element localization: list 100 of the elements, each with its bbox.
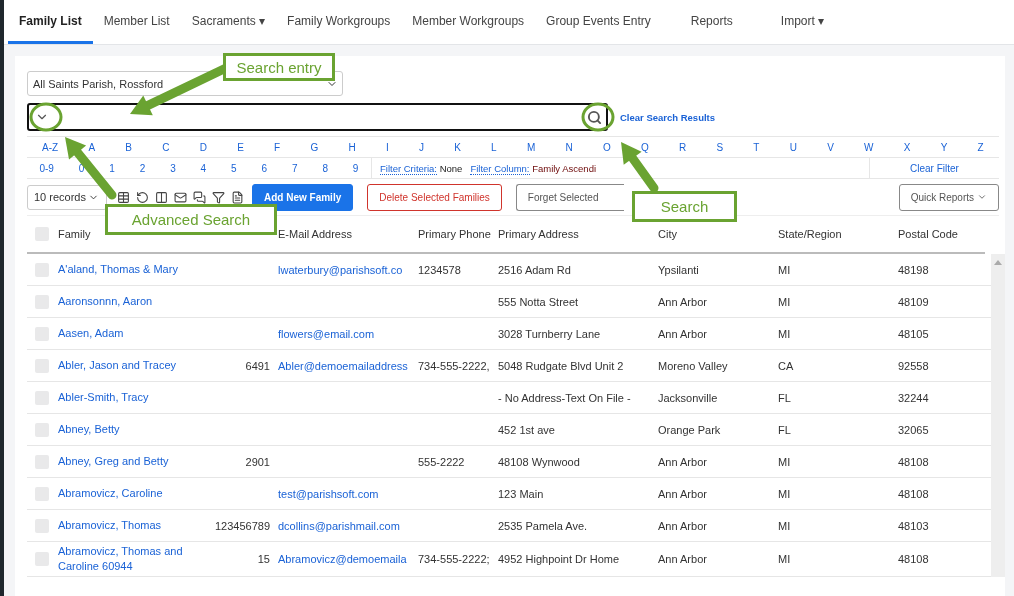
letter-filter-link[interactable]: H xyxy=(348,141,356,153)
forget-selected-button[interactable]: Forget Selected xyxy=(515,183,624,211)
columns-icon[interactable] xyxy=(155,190,168,204)
page-size-select[interactable]: 10 records xyxy=(27,184,107,210)
digit-filter-link[interactable]: 6 xyxy=(261,162,268,174)
column-header[interactable]: City xyxy=(658,228,677,240)
mail-icon[interactable] xyxy=(174,190,187,204)
column-header[interactable]: Primary Address xyxy=(498,228,579,240)
table-cell-text: FL xyxy=(778,423,792,436)
family-link[interactable]: A'aland, Thomas & Mary xyxy=(58,262,183,277)
digit-filter-link[interactable]: 4 xyxy=(200,162,207,174)
letter-filter-link[interactable]: G xyxy=(310,141,319,153)
table-cell-text: 5048 Rudgate Blvd Unit 2 xyxy=(498,359,625,372)
letter-filter-link[interactable]: T xyxy=(753,141,760,153)
family-link[interactable]: Abney, Greg and Betty xyxy=(58,454,183,469)
column-header[interactable]: State/Region xyxy=(778,228,842,240)
family-link[interactable]: Abramovicz, Thomas and Caroline 60944 xyxy=(58,544,183,574)
nav-tab[interactable]: Member Workgroups xyxy=(401,0,536,44)
letter-filter-link[interactable]: A xyxy=(88,141,96,153)
email-link[interactable]: flowers@email.com xyxy=(278,327,418,340)
delete-families-button[interactable]: Delete Selected Families xyxy=(367,183,502,211)
email-link[interactable]: test@parishsoft.com xyxy=(278,487,418,500)
family-link[interactable]: Abler-Smith, Tracy xyxy=(58,390,183,405)
clear-filter-link[interactable]: Clear Filter xyxy=(869,158,999,178)
chat-icon[interactable] xyxy=(193,190,206,204)
letter-filter-link[interactable]: U xyxy=(789,141,797,153)
table-cell-text: 48108 Wynwood xyxy=(498,455,581,468)
letter-filter-link[interactable]: M xyxy=(526,141,536,153)
arrow xyxy=(621,142,659,193)
nav-tab[interactable]: Member List xyxy=(92,0,181,44)
nav-tab[interactable]: Group Events Entry xyxy=(535,0,662,44)
family-link[interactable]: Abney, Betty xyxy=(58,422,183,437)
family-link[interactable]: Abramovicz, Caroline xyxy=(58,486,183,501)
table-cell-text: Orange Park xyxy=(658,423,722,436)
nav-tab[interactable]: Family Workgroups xyxy=(276,0,402,44)
letter-filter-link[interactable]: D xyxy=(199,141,207,153)
family-link[interactable]: Aasen, Adam xyxy=(58,326,183,341)
family-link[interactable]: Abramovicz, Thomas xyxy=(58,518,183,533)
email-link[interactable]: Abramovicz@demoemaila xyxy=(278,553,418,565)
nav-tab[interactable]: Reports xyxy=(679,0,744,44)
letter-filter-link[interactable]: J xyxy=(418,141,424,153)
table-icon[interactable] xyxy=(117,190,130,204)
table-cell-text: 2516 Adam Rd xyxy=(498,263,572,276)
highlight-circle xyxy=(581,102,615,132)
table-cell-text: 48108 xyxy=(898,487,930,500)
scroll-up-icon[interactable] xyxy=(994,260,1002,265)
table-cell-text: 2535 Pamela Ave. xyxy=(498,519,589,532)
scrollbar[interactable] xyxy=(991,254,1005,577)
digit-filter-link[interactable]: 7 xyxy=(291,162,298,174)
nav-tab[interactable]: Import ▾ xyxy=(769,0,836,44)
table-cell-text: 2901 xyxy=(244,455,271,468)
letter-filter-link[interactable]: A-Z xyxy=(42,141,59,153)
column-header[interactable]: Family xyxy=(58,228,91,240)
letter-filter-link[interactable]: X xyxy=(903,141,911,153)
letter-filter-link[interactable]: Y xyxy=(940,141,948,153)
nav-tab[interactable]: Family List xyxy=(8,0,93,44)
clear-search-link[interactable]: Clear Search Results xyxy=(620,111,716,123)
letter-filter-link[interactable]: S xyxy=(716,141,724,153)
search-icon[interactable] xyxy=(587,109,602,125)
digit-filter-link[interactable]: 8 xyxy=(322,162,328,174)
digit-filter-link[interactable]: 0-9 xyxy=(39,162,54,174)
quick-reports-button[interactable]: Quick Reports xyxy=(898,183,999,211)
table-cell-text: Moreno Valley xyxy=(658,359,729,372)
column-header[interactable]: Postal Code xyxy=(898,228,958,240)
letter-filter-link[interactable]: N xyxy=(565,141,573,153)
family-link[interactable]: Abler, Jason and Tracey xyxy=(58,358,183,373)
filter-icon[interactable] xyxy=(212,190,225,204)
column-header[interactable]: Primary Phone xyxy=(418,228,491,240)
letter-filter-link[interactable]: L xyxy=(491,141,497,153)
letter-filter-link[interactable]: I xyxy=(385,141,389,153)
letter-filter-link[interactable]: O xyxy=(602,141,611,153)
letter-filter-link[interactable]: E xyxy=(237,141,244,153)
nav-tab[interactable]: Sacraments ▾ xyxy=(180,0,277,44)
letter-filter-link[interactable]: K xyxy=(454,141,461,153)
search-field[interactable] xyxy=(27,103,608,131)
letter-filter-link[interactable]: Q xyxy=(640,141,649,153)
letter-filter-link[interactable]: R xyxy=(678,141,687,153)
digit-filter-link[interactable]: 9 xyxy=(352,162,359,174)
letter-filter-link[interactable]: V xyxy=(827,141,834,153)
digit-filter-link[interactable]: 3 xyxy=(170,162,176,174)
letter-filter-link[interactable]: Z xyxy=(977,141,984,153)
table-cell-text: Jacksonville xyxy=(658,391,719,404)
add-family-button[interactable]: Add New Family xyxy=(252,183,354,211)
letter-filter-link[interactable]: B xyxy=(125,141,133,153)
digit-filter-link[interactable]: 5 xyxy=(231,162,237,174)
document-icon[interactable] xyxy=(231,190,244,204)
letter-filter-link[interactable]: W xyxy=(864,141,874,153)
digit-filter-link[interactable]: 2 xyxy=(139,162,146,174)
table-cell-text: MI xyxy=(778,295,792,308)
email-link[interactable]: dcollins@parishmail.com xyxy=(278,519,418,532)
callout-label: Advanced Search xyxy=(105,204,277,235)
letter-filter-link[interactable]: C xyxy=(162,141,170,153)
letter-filter-link[interactable]: F xyxy=(274,141,281,153)
digit-filter-link[interactable]: 1 xyxy=(109,162,115,174)
family-link[interactable]: Aaronsonnn, Aaron xyxy=(58,294,183,309)
column-header[interactable]: E-Mail Address xyxy=(278,228,352,240)
undo-icon[interactable] xyxy=(136,190,149,204)
email-link[interactable]: lwaterbury@parishsoft.co xyxy=(278,263,418,276)
table-cell-text: Ann Arbor xyxy=(658,455,708,468)
email-link[interactable]: Abler@demoemailaddress xyxy=(278,359,418,372)
